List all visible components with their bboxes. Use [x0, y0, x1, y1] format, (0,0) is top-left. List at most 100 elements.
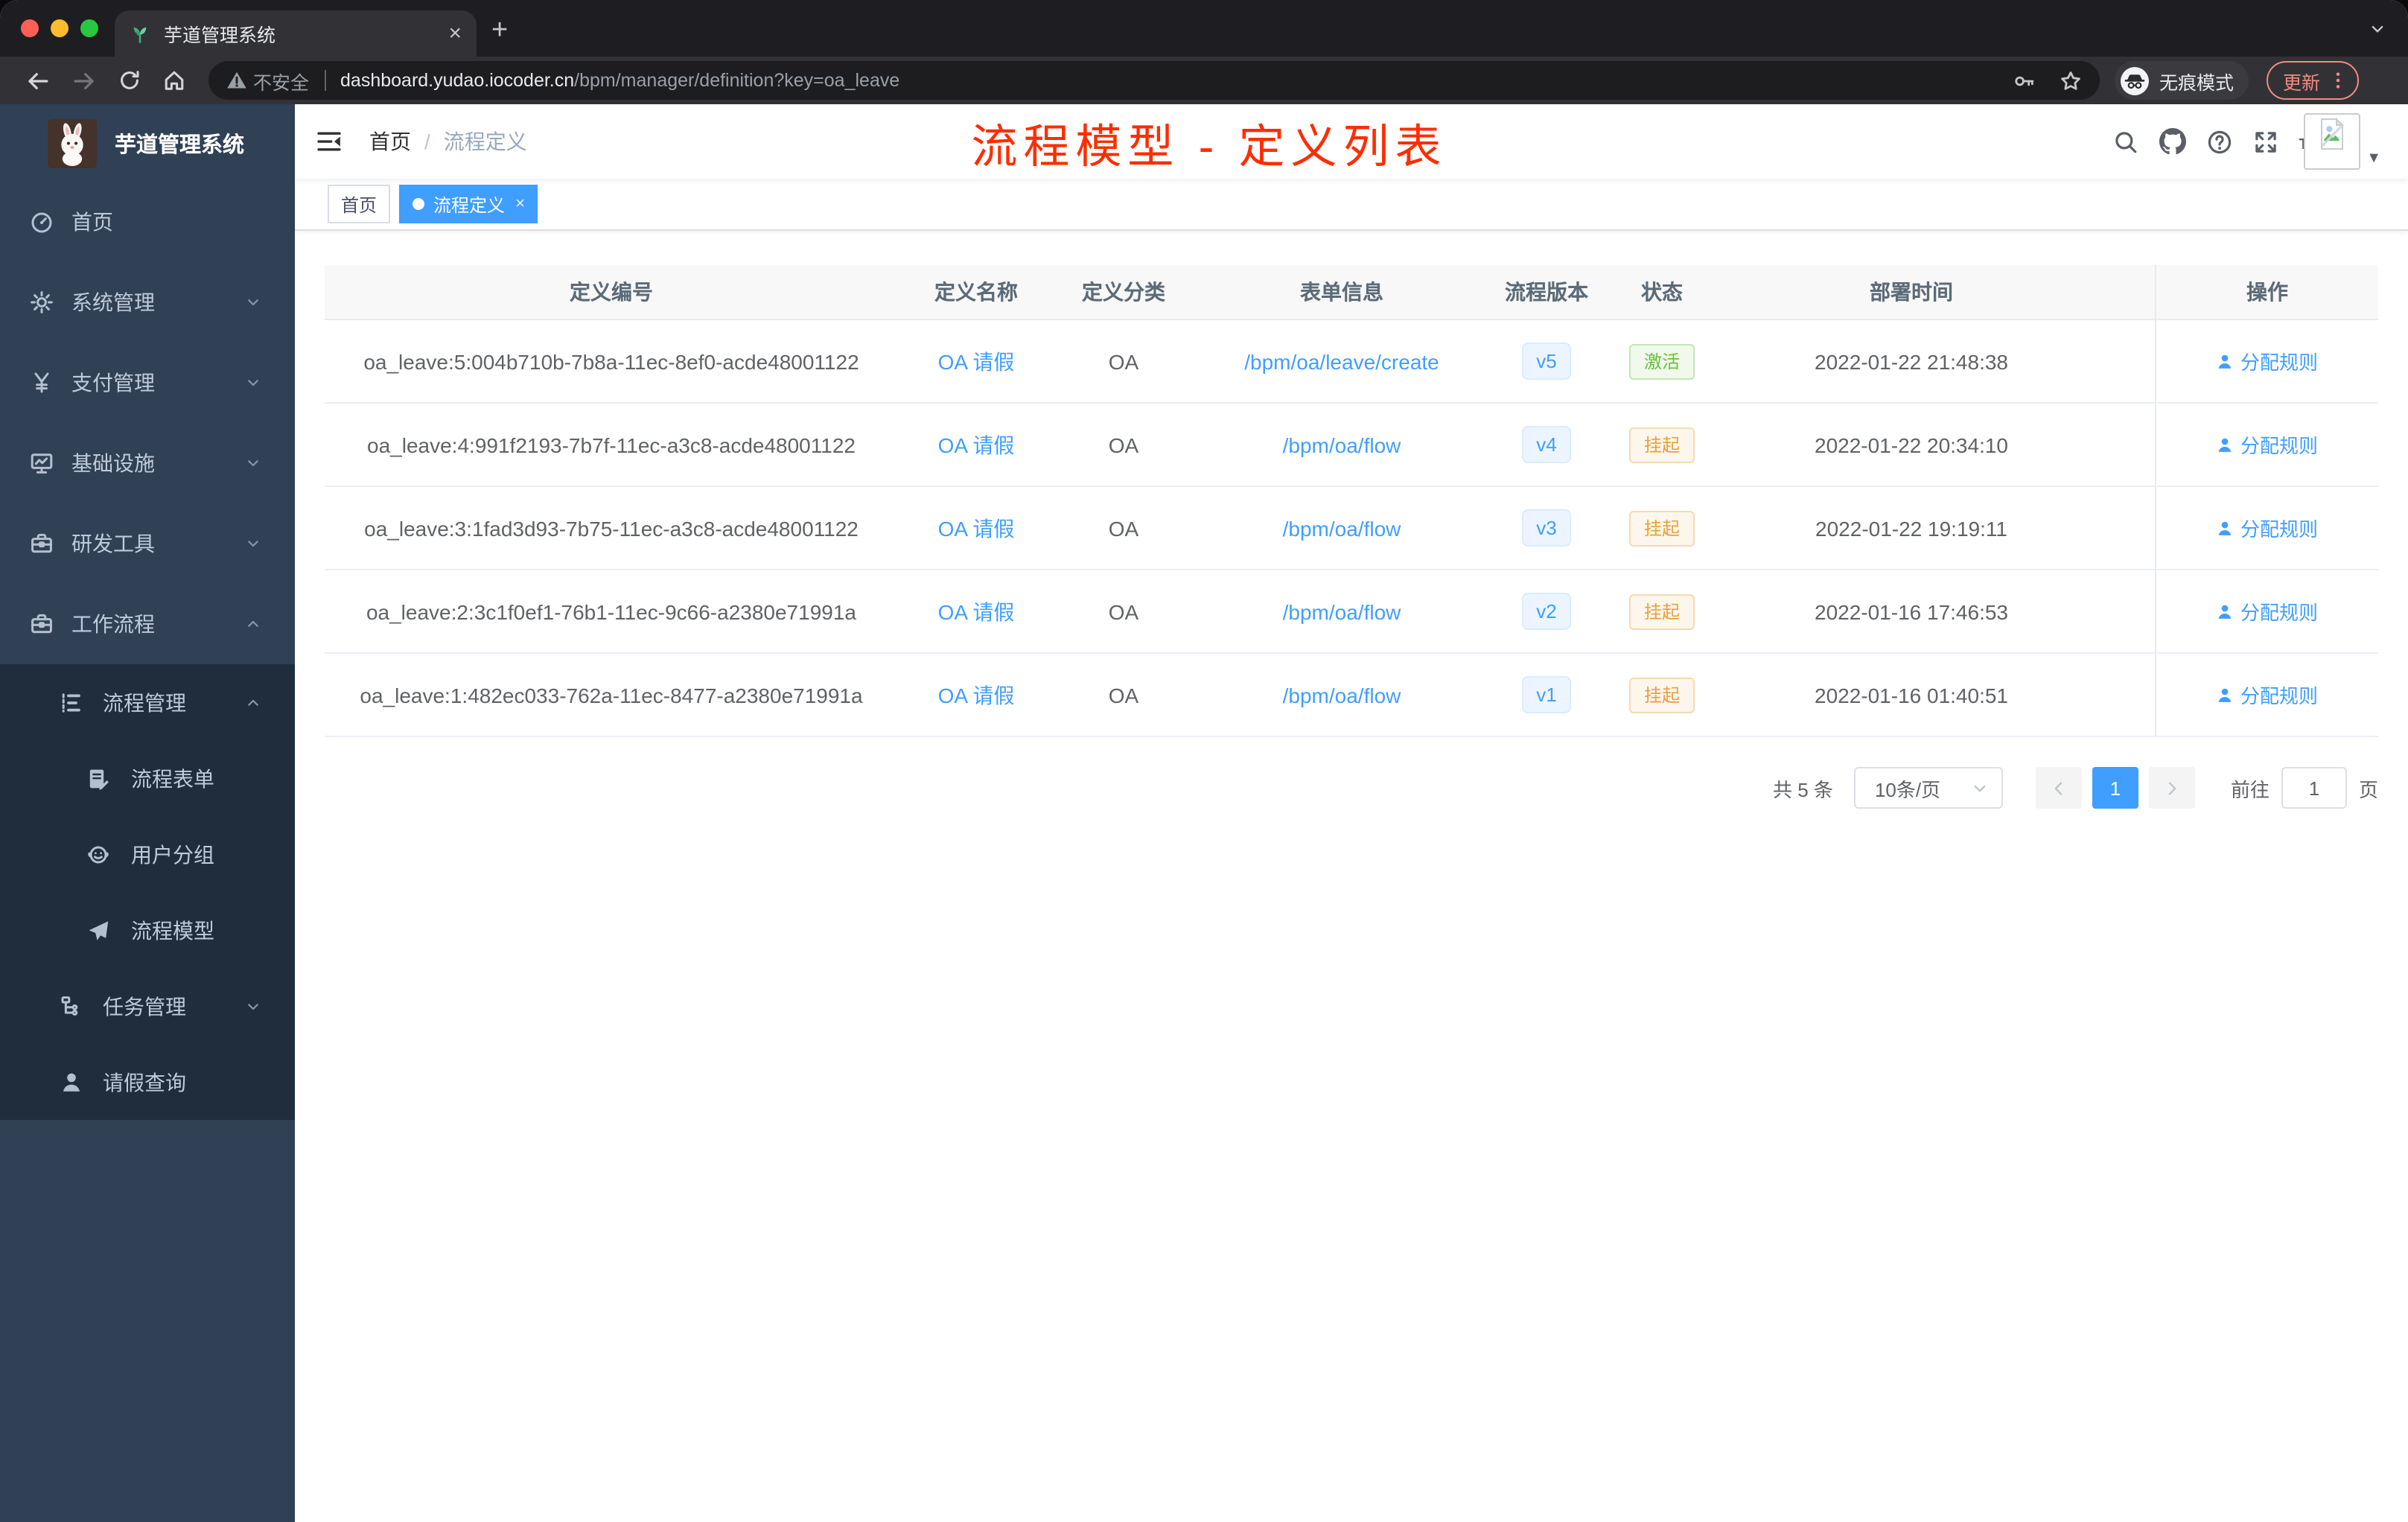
browser-update-button[interactable]: 更新 [2267, 61, 2360, 100]
form-link[interactable]: /bpm/oa/flow [1283, 599, 1401, 623]
help-icon[interactable] [2206, 129, 2232, 154]
tag-close-icon[interactable]: × [515, 195, 525, 212]
gear-icon [30, 290, 54, 314]
reload-icon[interactable] [118, 69, 141, 92]
sidebar-item-研发工具[interactable]: 研发工具 [0, 503, 295, 584]
sidebar-item-label: 支付管理 [71, 371, 155, 395]
page-unit-label: 页 [2358, 778, 2378, 800]
tab-close-icon[interactable]: × [448, 22, 462, 45]
status-badge: 激活 [1628, 343, 1695, 379]
tag-流程定义[interactable]: 流程定义 × [399, 185, 538, 223]
search-icon[interactable] [2112, 129, 2138, 154]
cell-form: /bpm/oa/flow [1193, 654, 1491, 736]
form-link[interactable]: /bpm/oa/flow [1283, 683, 1401, 707]
sidebar-item-label: 用户分组 [131, 842, 214, 866]
form-link[interactable]: /bpm/oa/flow [1283, 433, 1401, 456]
definition-name-link[interactable]: OA 请假 [938, 680, 1015, 710]
assign-rule-button[interactable]: 分配规则 [2217, 681, 2318, 709]
password-key-icon[interactable] [2013, 69, 2036, 92]
sidebar-item-label: 请假查询 [103, 1070, 186, 1094]
tab-search-chevron-icon[interactable] [2368, 19, 2387, 39]
user-icon [2217, 602, 2235, 620]
bookmark-star-icon[interactable] [2060, 69, 2082, 92]
forward-icon[interactable] [71, 68, 97, 93]
url-text[interactable]: dashboard.yudao.iocoder.cn/bpm/manager/d… [340, 70, 1998, 91]
column-header-category: 定义分类 [1082, 280, 1165, 304]
page-size-select[interactable]: 10条/页 [1853, 767, 2003, 809]
sidebar-item-首页[interactable]: 首页 [0, 182, 295, 262]
breadcrumb-home[interactable]: 首页 [369, 127, 411, 156]
github-icon[interactable] [2159, 128, 2186, 155]
cell-action: 分配规则 [2155, 654, 2378, 736]
prev-page-button[interactable] [2035, 767, 2082, 809]
cell-version: v3 [1491, 487, 1602, 569]
goto-page-input[interactable] [2281, 767, 2347, 809]
url-separator [324, 70, 326, 91]
page-size-value: 10条/页 [1874, 778, 1941, 800]
definition-name-link[interactable]: OA 请假 [938, 596, 1015, 626]
back-icon[interactable] [25, 68, 51, 93]
form-link[interactable]: /bpm/oa/flow [1283, 516, 1401, 540]
table-row: oa_leave:4:991f2193-7b7f-11ec-a3c8-acde4… [325, 404, 2378, 487]
security-label[interactable]: 不安全 [253, 66, 309, 95]
home-icon[interactable] [162, 69, 186, 92]
sidebar-item-用户分组[interactable]: 用户分组 [0, 816, 295, 892]
sidebar-item-流程模型[interactable]: 流程模型 [0, 892, 295, 968]
user-dropdown[interactable]: ▼ [2304, 113, 2381, 170]
assign-rule-button[interactable]: 分配规则 [2217, 430, 2318, 459]
avatar[interactable] [2304, 113, 2361, 170]
cell-name: OA 请假 [898, 404, 1054, 485]
menu-dots-icon[interactable] [2328, 70, 2348, 91]
chevron-down-icon [244, 535, 262, 553]
form-link[interactable]: /bpm/oa/leave/create [1244, 349, 1439, 373]
url-path: /bpm/manager/definition?key=oa_leave [574, 70, 900, 91]
assign-rule-button[interactable]: 分配规则 [2217, 514, 2318, 542]
page-number-button[interactable]: 1 [2092, 767, 2138, 809]
security-warning-icon[interactable] [226, 70, 247, 91]
minimize-window-button[interactable] [51, 19, 69, 37]
new-tab-button[interactable]: + [491, 16, 508, 45]
sidebar-item-流程表单[interactable]: 流程表单 [0, 740, 295, 816]
status-badge: 挂起 [1628, 677, 1695, 713]
browser-tab[interactable]: 芋道管理系统 × [115, 10, 477, 57]
next-page-button[interactable] [2148, 767, 2195, 809]
breadcrumb: 首页 / 流程定义 [369, 127, 527, 156]
cell-deploy_time: 2022-01-22 21:48:38 [1815, 349, 2008, 373]
assign-rule-button[interactable]: 分配规则 [2217, 597, 2318, 625]
briefcase-icon [30, 612, 54, 636]
sidebar-item-基础设施[interactable]: 基础设施 [0, 423, 295, 503]
goto-label: 前往 [2230, 778, 2270, 800]
assign-rule-label: 分配规则 [2240, 435, 2318, 457]
sidebar-fold-icon[interactable] [310, 122, 348, 161]
sidebar-item-任务管理[interactable]: 任务管理 [0, 968, 295, 1044]
cell-name: OA 请假 [898, 654, 1054, 736]
sidebar-item-请假查询[interactable]: 请假查询 [0, 1044, 295, 1120]
maximize-window-button[interactable] [80, 19, 98, 37]
sidebar-item-工作流程[interactable]: 工作流程 [0, 584, 295, 664]
table-row: oa_leave:3:1fad3d93-7b75-11ec-a3c8-acde4… [325, 487, 2378, 570]
tag-首页[interactable]: 首页 [328, 185, 391, 223]
sidebar-logo[interactable]: 芋道管理系统 [0, 104, 295, 182]
cell-category: OA [1108, 349, 1139, 373]
definition-name-link[interactable]: OA 请假 [938, 513, 1015, 543]
url-bar[interactable]: 不安全 dashboard.yudao.iocoder.cn/bpm/manag… [208, 61, 2100, 100]
definition-name-link[interactable]: OA 请假 [938, 346, 1015, 376]
table-header-row: 定义编号 定义名称 定义分类 表单信息 流程版本 状态 部署时间 操作 [325, 265, 2378, 320]
people-icon [86, 842, 110, 866]
cell-status: 挂起 [1602, 570, 1721, 652]
cell-version: v1 [1491, 654, 1602, 736]
version-badge: v5 [1521, 343, 1572, 380]
fullscreen-icon[interactable] [2252, 129, 2278, 154]
cell-form: /bpm/oa/leave/create [1193, 320, 1491, 402]
sidebar-item-支付管理[interactable]: 支付管理 [0, 343, 295, 423]
definition-name-link[interactable]: OA 请假 [938, 430, 1015, 459]
sidebar-item-label: 研发工具 [71, 532, 155, 555]
macos-traffic-lights[interactable] [21, 19, 98, 37]
sidebar-item-系统管理[interactable]: 系统管理 [0, 262, 295, 343]
tag-label: 流程定义 [433, 194, 506, 215]
sidebar-item-流程管理[interactable]: 流程管理 [0, 664, 295, 740]
form-icon [86, 766, 110, 790]
assign-rule-button[interactable]: 分配规则 [2217, 347, 2318, 375]
cell-id: oa_leave:2:3c1f0ef1-76b1-11ec-9c66-a2380… [366, 599, 856, 623]
close-window-button[interactable] [21, 19, 39, 37]
